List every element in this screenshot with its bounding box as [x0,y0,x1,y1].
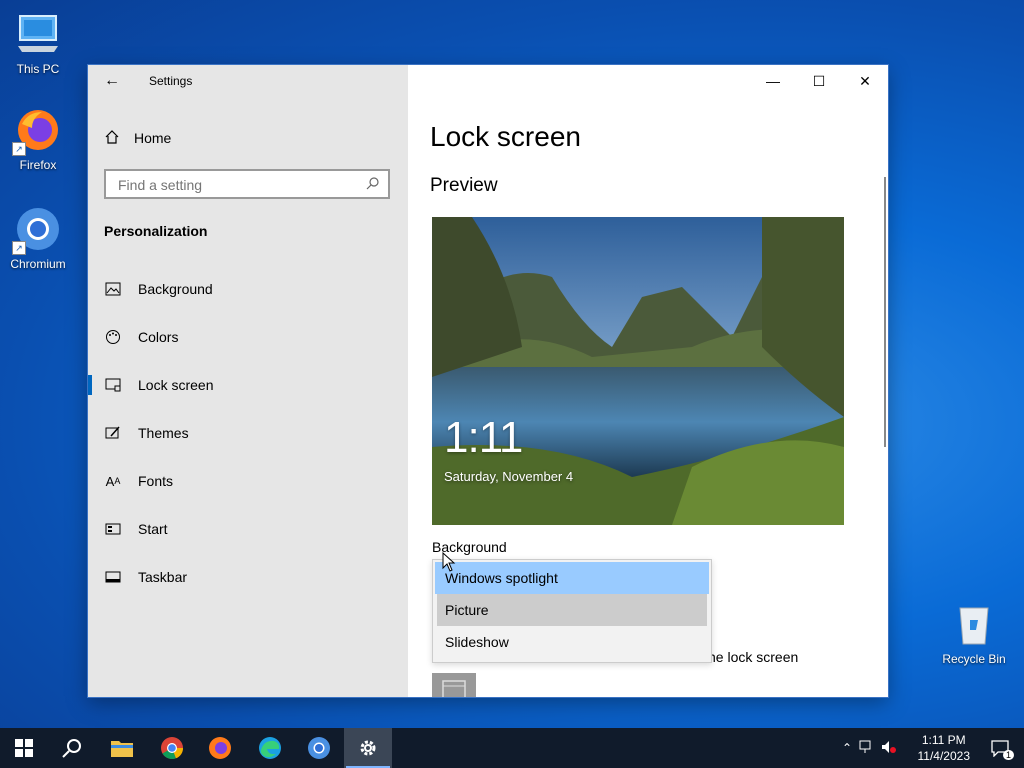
edge-icon [259,737,281,759]
taskbar-settings[interactable] [344,728,392,768]
sidebar-item-label: Taskbar [138,569,188,585]
preview-date: Saturday, November 4 [444,469,574,484]
dropdown-option-windows-spotlight[interactable]: Windows spotlight [435,562,709,594]
volume-muted-icon[interactable] [878,740,900,757]
fonts-icon: AA [105,473,121,489]
windows-logo-icon [15,739,33,757]
desktop-icon-recycle-bin[interactable]: Recycle Bin [936,600,1012,666]
sidebar-item-label: Start [138,521,168,537]
settings-sidebar: ← Settings Home Personalization Backgrou… [88,65,408,697]
gear-icon [360,740,376,756]
sidebar-item-taskbar[interactable]: Taskbar [88,553,408,601]
start-button[interactable] [0,728,48,768]
dropdown-option-slideshow[interactable]: Slideshow [435,626,709,658]
sidebar-item-start[interactable]: Start [88,505,408,553]
palette-icon [104,328,122,346]
nav-list: Background Colors Lock screen Themes A A… [88,265,408,601]
search-icon [366,176,380,193]
sidebar-item-label: Colors [138,329,179,345]
sidebar-item-fonts[interactable]: AA Fonts [88,457,408,505]
chevron-up-icon[interactable]: ⌃ [838,741,856,755]
settings-window: ← Settings Home Personalization Backgrou… [88,65,888,697]
this-pc-icon [14,10,62,58]
clock-date: 11/4/2023 [917,749,971,763]
content-scrollbar[interactable] [884,177,886,447]
lock-screen-preview: 1:11 Saturday, November 4 [432,217,844,525]
calendar-app-icon[interactable] [432,673,476,697]
lock-screen-icon [104,376,122,394]
section-label: Personalization [104,223,208,239]
partial-setting-text: ne lock screen [708,649,799,665]
system-tray: ⌃ [838,728,900,768]
firefox-icon: ↗ [12,106,62,156]
home-icon [104,129,120,148]
search-button[interactable] [48,728,96,768]
desktop-icon-label: Recycle Bin [942,652,1006,666]
sidebar-item-background[interactable]: Background [88,265,408,313]
chromium-icon: ↗ [12,205,62,255]
desktop-icon-chromium[interactable]: ↗ Chromium [0,205,76,271]
maximize-button[interactable]: ☐ [796,65,842,97]
page-title: Lock screen [430,121,581,152]
desktop-icon-label: Firefox [19,158,57,172]
sidebar-item-label: Themes [138,425,189,441]
preview-heading: Preview [430,175,498,196]
close-button[interactable]: ✕ [842,65,888,97]
search-input[interactable] [116,171,360,199]
nav-home[interactable]: Home [104,127,171,149]
taskbar-clock[interactable]: 1:11 PM 11/4/2023 [918,732,971,764]
desktop-icon-this-pc[interactable]: This PC [0,10,76,76]
taskbar: ⌃ 1:11 PM 11/4/2023 1 [0,728,1024,768]
mouse-cursor-icon [442,552,456,572]
search-icon [62,739,81,758]
sidebar-item-themes[interactable]: Themes [88,409,408,457]
desktop-icon-label: Chromium [10,257,66,271]
sidebar-item-colors[interactable]: Colors [88,313,408,361]
themes-icon [104,424,122,442]
recycle-bin-icon [950,600,998,648]
folder-icon [111,741,133,757]
sidebar-item-label: Background [138,281,213,297]
back-arrow-icon[interactable]: ← [102,71,122,91]
taskbar-file-explorer[interactable] [98,728,146,768]
shortcut-arrow-icon: ↗ [12,142,26,156]
taskbar-chromium[interactable] [295,728,343,768]
desktop-icon-label: This PC [16,62,60,76]
clock-time: 1:11 PM [921,733,966,747]
sidebar-item-label: Fonts [138,473,174,489]
action-center-button[interactable]: 1 [976,728,1024,768]
start-icon [104,520,122,538]
taskbar-edge[interactable] [246,728,294,768]
settings-content: — ☐ ✕ Lock screen Preview 1:11 Saturday,… [408,65,888,697]
background-dropdown-list[interactable]: Windows spotlight Picture Slideshow [432,559,712,663]
dropdown-option-picture[interactable]: Picture [437,594,707,626]
network-icon[interactable] [856,740,878,757]
nav-home-label: Home [134,130,172,146]
sidebar-item-label: Lock screen [138,377,214,393]
notification-count-badge: 1 [1002,750,1014,760]
desktop-icon-firefox[interactable]: ↗ Firefox [0,106,76,172]
shortcut-arrow-icon: ↗ [12,241,26,255]
image-icon [104,280,122,298]
taskbar-icon [104,568,122,586]
chrome-icon [161,737,184,760]
minimize-button[interactable]: — [750,65,796,97]
titlebar: ← Settings [88,65,408,97]
preview-time: 1:11 [444,413,523,462]
taskbar-firefox[interactable] [196,728,244,768]
sidebar-item-lock-screen[interactable]: Lock screen [88,361,408,409]
taskbar-chrome[interactable] [148,728,196,768]
chromium-icon [308,737,330,759]
search-box[interactable] [104,169,390,199]
firefox-icon [209,737,231,759]
app-title: Settings [149,74,193,88]
